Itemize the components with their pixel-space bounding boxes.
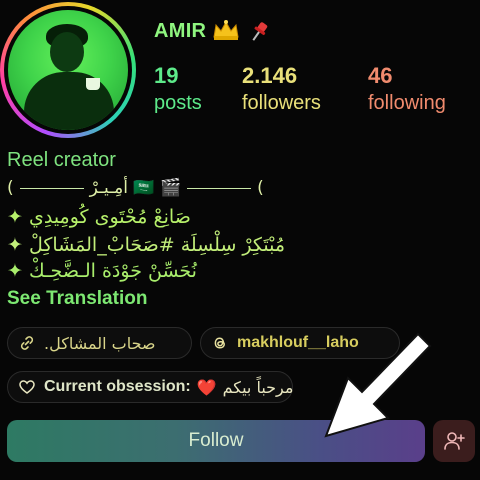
stat-following[interactable]: 46 following — [368, 62, 446, 116]
avatar[interactable] — [8, 10, 128, 130]
clapper-icon: 🎬 — [159, 178, 182, 198]
add-user-icon — [444, 432, 465, 450]
external-link-text: صحاب المشاكل. — [44, 333, 156, 353]
note-label: Current obsession: — [44, 378, 191, 395]
note-chip[interactable]: Current obsession: ❤️ مرحباً بيكم — [7, 371, 293, 403]
bio-divider-right — [187, 187, 252, 189]
stat-followers[interactable]: 2.146 followers — [242, 62, 321, 116]
avatar-figure-cup — [86, 78, 100, 90]
username: AMIR — [154, 20, 207, 42]
posts-label: posts — [154, 92, 202, 114]
following-count: 46 — [368, 63, 393, 88]
followers-count: 2.146 — [242, 63, 298, 88]
following-label: following — [368, 92, 446, 114]
heart-outline-icon — [19, 380, 35, 394]
bio-line-4: ✦ نُحَسِّنْ جَوْدَة الـضَّحِـكْ — [7, 260, 197, 282]
threads-icon — [214, 337, 225, 349]
avatar-border — [4, 6, 132, 134]
avatar-figure-head — [50, 32, 84, 72]
profile-category: Reel creator — [7, 149, 116, 171]
bio-line-3[interactable]: ✦ مُبْتَكِرْ سِلْسِلَة #صَحَابْ_المَشَاك… — [7, 234, 285, 256]
red-heart-icon: ❤️ — [196, 377, 217, 397]
crown-icon — [213, 20, 239, 40]
story-ring[interactable] — [0, 2, 136, 138]
pushpin-icon — [252, 22, 268, 41]
external-link-chip[interactable]: صحاب المشاكل. — [7, 327, 192, 359]
bio-bracket-left: ( — [7, 178, 14, 198]
see-translation-link[interactable]: See Translation — [7, 288, 147, 310]
posts-count: 19 — [154, 63, 179, 88]
arrow-cursor-icon — [324, 332, 432, 438]
bio-line-1: ( أمِـيـرْ 🇸🇦 🎬 ( — [7, 178, 327, 198]
stat-posts[interactable]: 19 posts — [154, 62, 202, 116]
followers-label: followers — [242, 92, 321, 114]
bio-name: أمِـيـرْ — [89, 178, 128, 198]
bio-line-2: ✦ صَانِعْ مُحْتَوى كُومِيدِي — [7, 206, 191, 228]
avatar-figure-body — [24, 72, 114, 130]
link-icon — [20, 336, 34, 350]
bio-bracket-right: ( — [257, 178, 264, 198]
follow-button-label: Follow — [188, 430, 244, 451]
bio-divider-left — [19, 187, 84, 189]
note-text: مرحباً بيكم — [222, 377, 294, 397]
flag-icon: 🇸🇦 — [133, 178, 155, 198]
